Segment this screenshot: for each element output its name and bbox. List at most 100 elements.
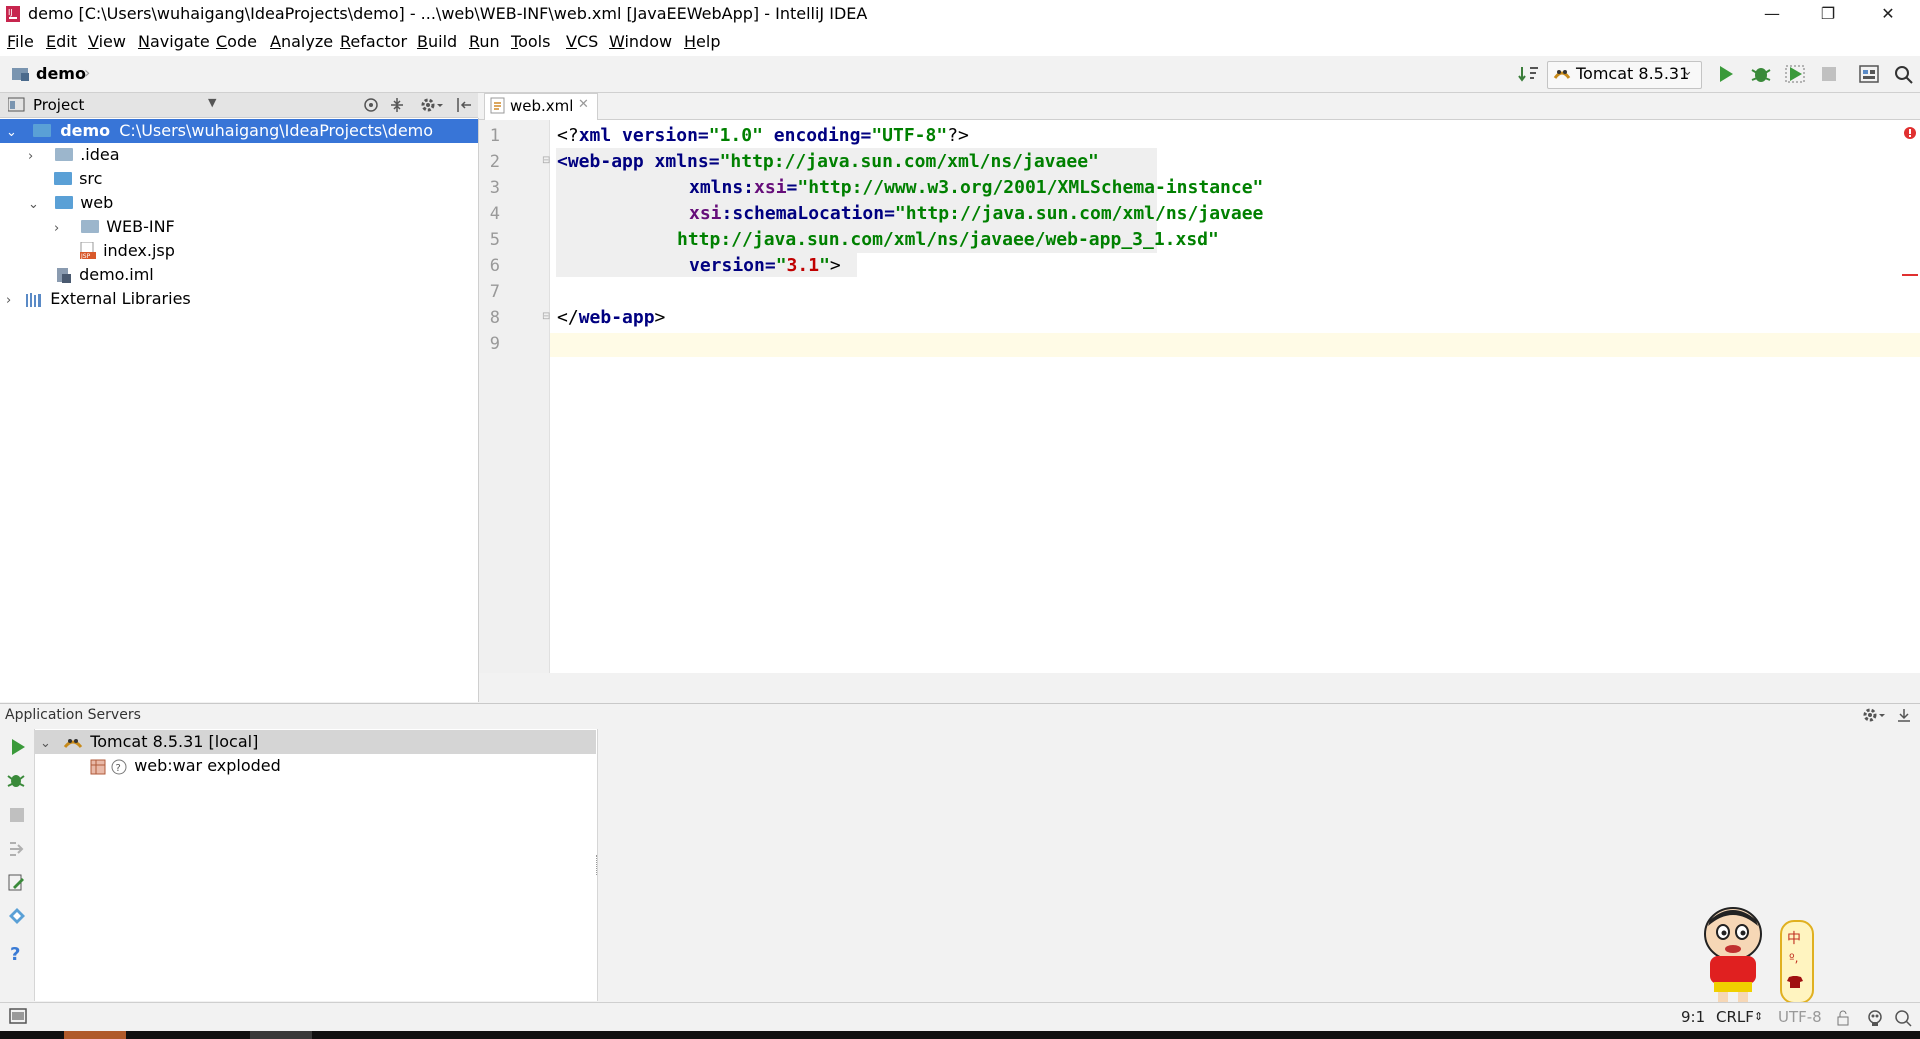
- error-stripe-mark[interactable]: [1902, 274, 1918, 276]
- app-icon: IJ: [6, 6, 20, 22]
- folder-icon: [55, 148, 74, 161]
- caret-line-highlight: [550, 333, 1920, 357]
- tool-windows-toggle-icon[interactable]: [9, 1008, 27, 1028]
- menu-vcs[interactable]: VCS: [566, 32, 598, 51]
- caret-position[interactable]: 9:1: [1681, 1008, 1705, 1026]
- run-icon[interactable]: [8, 737, 28, 761]
- tree-item-web-inf[interactable]: › WEB-INF: [54, 215, 175, 239]
- close-button[interactable]: ✕: [1860, 0, 1916, 28]
- settings-gear-icon[interactable]: [420, 96, 444, 118]
- error-indicator-icon[interactable]: [1904, 124, 1916, 143]
- chevron-down-icon[interactable]: ⌄: [28, 193, 39, 217]
- line-number: 1: [489, 126, 500, 146]
- deploy-artifact-icon[interactable]: [7, 906, 27, 930]
- tree-item-src[interactable]: src: [54, 167, 102, 191]
- chevron-down-icon[interactable]: ⌄: [40, 732, 51, 756]
- minimize-button[interactable]: —: [1744, 0, 1800, 28]
- source-folder-icon: [54, 172, 72, 185]
- restore-button[interactable]: ❐: [1800, 0, 1856, 28]
- project-panel-title[interactable]: Project: [33, 96, 84, 114]
- tree-item-label: WEB-INF: [106, 217, 175, 236]
- coverage-icon[interactable]: [1784, 64, 1806, 84]
- redeploy-icon[interactable]: [7, 839, 27, 863]
- server-item-tomcat[interactable]: ⌄ Tomcat 8.5.31 [local]: [40, 730, 258, 754]
- fold-marker-icon[interactable]: ⊟: [542, 311, 550, 322]
- tree-item-index-jsp[interactable]: JSP index.jsp: [80, 239, 175, 263]
- lock-icon[interactable]: [1836, 1010, 1850, 1030]
- menu-file[interactable]: File: [7, 32, 34, 51]
- locate-icon[interactable]: [362, 96, 380, 118]
- menu-refactor[interactable]: Refactor: [340, 32, 407, 51]
- tree-item-path: C:\Users\wuhaigang\IdeaProjects\demo: [119, 121, 434, 140]
- project-view-icon: [7, 97, 26, 116]
- taskbar-app-indicator[interactable]: [64, 1031, 126, 1039]
- stop-icon[interactable]: [1818, 64, 1840, 84]
- tree-item-label: External Libraries: [50, 289, 191, 308]
- ime-punctuation-label: º,: [1789, 951, 1799, 965]
- menu-run[interactable]: Run: [469, 32, 500, 51]
- code-line-6: version="3.1">: [689, 255, 841, 276]
- chevron-right-icon[interactable]: ›: [6, 289, 16, 313]
- tomcat-icon: [63, 734, 83, 750]
- menu-view[interactable]: View: [88, 32, 126, 51]
- fold-marker-icon[interactable]: ⊟: [542, 155, 550, 166]
- svg-text:?: ?: [116, 763, 121, 774]
- search-icon[interactable]: [1893, 64, 1915, 84]
- tree-item-web[interactable]: ⌄ web: [28, 191, 113, 215]
- chevron-right-icon[interactable]: ›: [54, 217, 64, 241]
- run-configuration-label: Tomcat 8.5.31: [1576, 64, 1690, 83]
- debug-icon[interactable]: [6, 770, 26, 794]
- event-log-search-icon[interactable]: [1894, 1009, 1912, 1031]
- file-encoding[interactable]: UTF-8: [1778, 1008, 1822, 1026]
- build-icon[interactable]: [1518, 64, 1540, 84]
- breadcrumb[interactable]: demo: [36, 64, 86, 83]
- tree-item-demo[interactable]: ⌄ demo C:\Users\wuhaigang\IdeaProjects\d…: [6, 119, 433, 143]
- application-servers-title: Application Servers: [5, 707, 141, 723]
- svg-text:IJ: IJ: [8, 8, 13, 17]
- breadcrumb-chevron-icon: ›: [84, 63, 91, 82]
- menu-code[interactable]: Code: [216, 32, 257, 51]
- chevron-down-icon[interactable]: ⌄: [6, 121, 17, 145]
- artifact-label: web:war exploded: [134, 756, 281, 775]
- line-number: 9: [489, 334, 500, 354]
- hector-inspector-icon[interactable]: [1866, 1009, 1884, 1031]
- settings-gear-icon[interactable]: [1862, 707, 1886, 727]
- menu-analyze[interactable]: Analyze: [270, 32, 333, 51]
- server-item-artifact[interactable]: ? web:war exploded: [90, 754, 281, 778]
- ime-mascot-image[interactable]: [1698, 906, 1768, 1004]
- menu-tools[interactable]: Tools: [511, 32, 550, 51]
- menu-edit[interactable]: Edit: [46, 32, 77, 51]
- code-line-2: <web-app xmlns="http://java.sun.com/xml/…: [557, 151, 1099, 172]
- ime-mode-label: 中: [1787, 931, 1801, 947]
- stop-icon[interactable]: [8, 806, 26, 828]
- close-tab-icon[interactable]: ✕: [578, 97, 589, 112]
- web-folder-icon: [55, 196, 74, 209]
- status-bar: [0, 1002, 1920, 1032]
- collapse-all-icon[interactable]: [388, 96, 406, 118]
- tree-item-label: web: [80, 193, 114, 212]
- line-number: 7: [489, 282, 500, 302]
- line-separator[interactable]: CRLF: [1716, 1008, 1754, 1026]
- menu-window[interactable]: Window: [609, 32, 672, 51]
- hide-panel-icon[interactable]: [1896, 707, 1912, 727]
- chevron-right-icon[interactable]: ›: [28, 145, 38, 169]
- tree-item-idea[interactable]: › .idea: [28, 143, 120, 167]
- debug-icon[interactable]: [1750, 64, 1772, 84]
- editor-tab-strip: [479, 93, 1920, 120]
- help-icon[interactable]: ?: [10, 944, 20, 965]
- project-structure-icon[interactable]: [1858, 64, 1880, 84]
- menu-help[interactable]: Help: [684, 32, 720, 51]
- view-dropdown-icon[interactable]: ▼: [208, 96, 216, 109]
- code-line-8: </web-app>: [557, 307, 666, 328]
- project-folder-icon: [12, 66, 30, 86]
- server-label: Tomcat 8.5.31 [local]: [90, 732, 259, 751]
- hide-panel-icon[interactable]: [455, 96, 473, 118]
- run-icon[interactable]: [1715, 64, 1737, 84]
- tree-item-demo-iml[interactable]: demo.iml: [56, 263, 154, 287]
- menu-navigate[interactable]: Navigate: [138, 32, 210, 51]
- edit-configuration-icon[interactable]: [7, 873, 27, 897]
- taskbar-app-indicator[interactable]: [250, 1031, 312, 1039]
- menu-build[interactable]: Build: [417, 32, 457, 51]
- tree-item-label: index.jsp: [103, 241, 175, 260]
- tree-item-external-libraries[interactable]: › External Libraries: [6, 287, 191, 311]
